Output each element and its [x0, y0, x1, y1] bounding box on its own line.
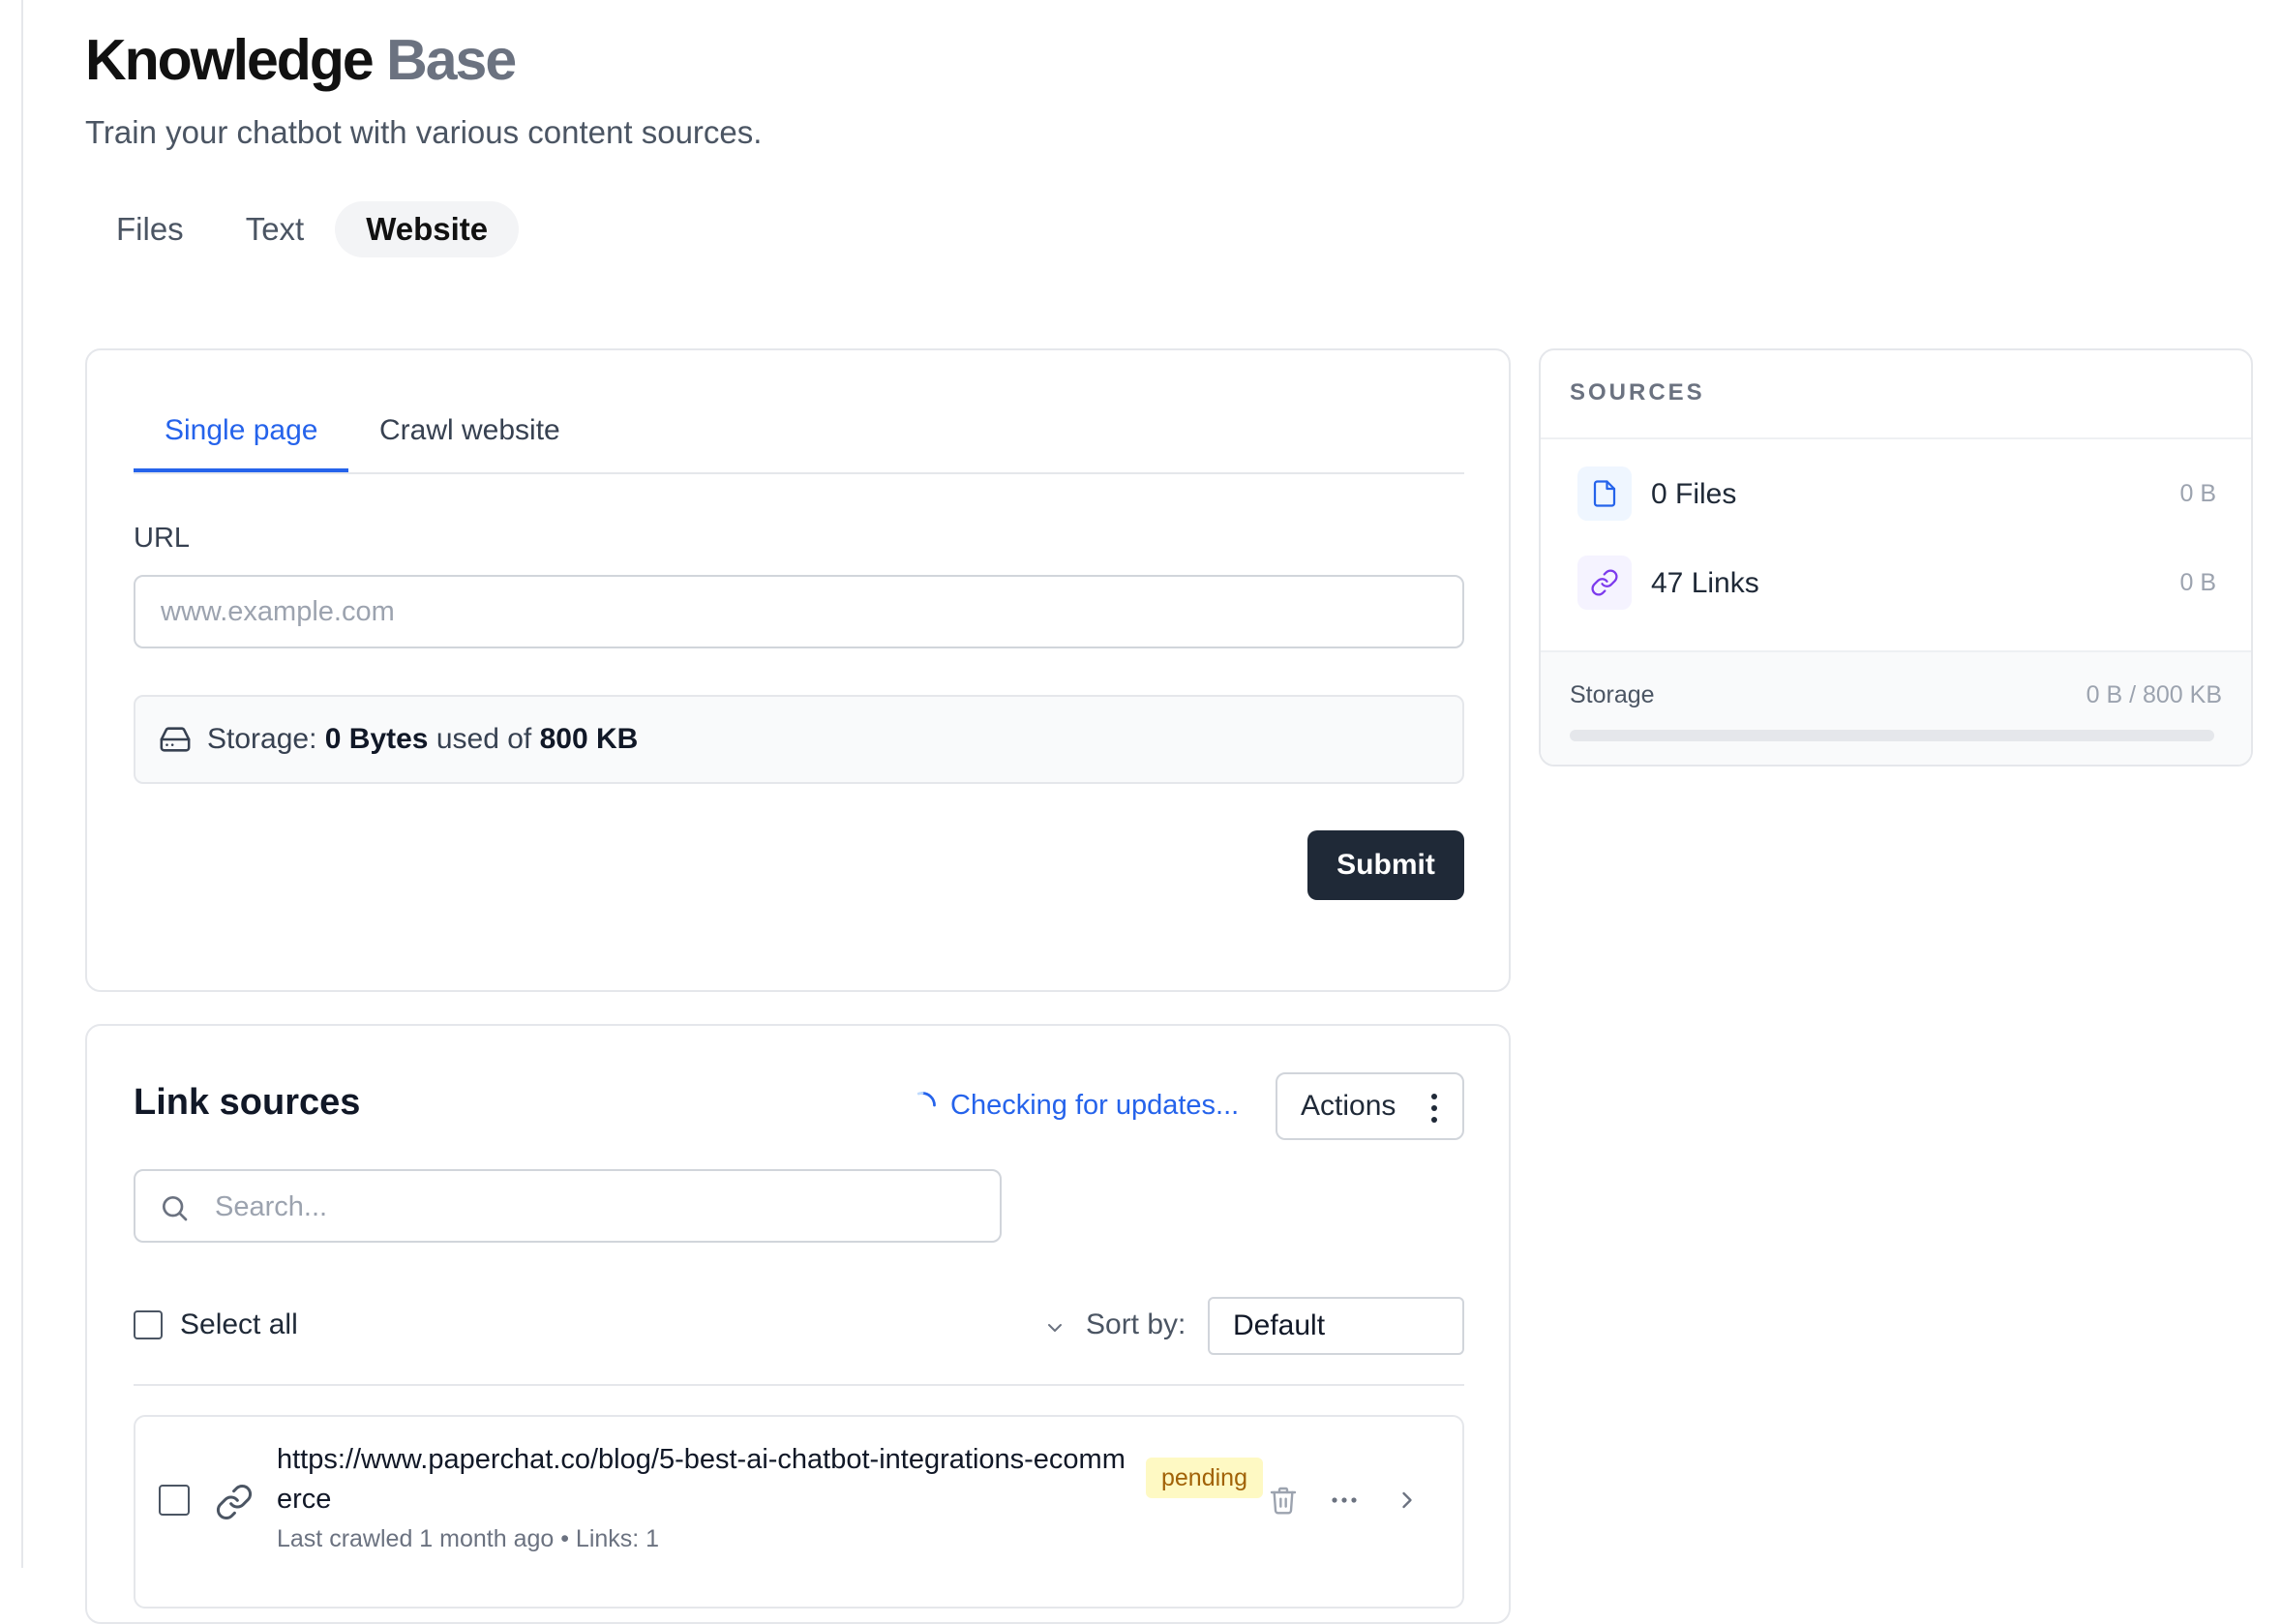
page-title-word-2: Base [386, 28, 517, 92]
storage-info: Storage: 0 Bytes used of 800 KB [134, 695, 1464, 784]
sort-select[interactable]: Default [1208, 1297, 1464, 1355]
chevron-right-icon[interactable] [1394, 1485, 1421, 1516]
spinner-icon [916, 1092, 936, 1107]
source-files-label: 0 Files [1651, 478, 1737, 510]
update-status-text: Checking for updates... [950, 1089, 1240, 1121]
item-meta: Last crawled 1 month ago • Links: 1 [277, 1525, 660, 1552]
tab-single-page[interactable]: Single page [134, 397, 349, 472]
tab-text[interactable]: Text [215, 201, 336, 257]
more-vertical-icon [1431, 1094, 1437, 1123]
storage-used: 0 Bytes [324, 723, 429, 755]
source-row-files: 0 Files 0 B [1577, 466, 2216, 523]
status-badge: pending [1146, 1458, 1263, 1498]
url-input[interactable] [134, 575, 1464, 648]
chevron-down-icon[interactable] [1043, 1316, 1066, 1339]
storage-mid: used of [435, 723, 532, 755]
url-label: URL [134, 523, 191, 554]
trash-icon[interactable] [1268, 1483, 1299, 1518]
storage-prefix: Storage: [207, 723, 317, 755]
link-icon [1577, 556, 1632, 610]
sources-title: SOURCES [1570, 379, 1705, 406]
tab-files[interactable]: Files [85, 201, 215, 257]
website-form-card: Single page Crawl website URL Storage: 0… [85, 348, 1511, 992]
item-checkbox[interactable] [159, 1485, 190, 1516]
source-type-tabs: Files Text Website [85, 201, 520, 257]
source-files-size: 0 B [2179, 480, 2216, 507]
link-icon [216, 1484, 253, 1520]
storage-summary: Storage 0 B / 800 KB [1541, 650, 2251, 765]
item-url[interactable]: https://www.paperchat.co/blog/5-best-ai-… [277, 1440, 1128, 1519]
select-all-label: Select all [180, 1308, 298, 1340]
source-links-size: 0 B [2179, 569, 2216, 596]
search-box [134, 1169, 1002, 1243]
file-icon [1577, 466, 1632, 521]
source-row-links: 47 Links 0 B [1577, 556, 2216, 612]
actions-label: Actions [1301, 1090, 1396, 1122]
submit-button[interactable]: Submit [1307, 830, 1464, 900]
list-item[interactable]: https://www.paperchat.co/blog/5-best-ai-… [134, 1415, 1464, 1609]
actions-button[interactable]: Actions [1276, 1072, 1464, 1140]
left-divider [21, 0, 23, 1568]
more-horizontal-icon[interactable] [1330, 1490, 1359, 1510]
search-input[interactable] [213, 1181, 981, 1233]
tab-crawl-website[interactable]: Crawl website [348, 397, 591, 472]
sources-card: SOURCES 0 Files 0 B 47 Links 0 B Storage… [1539, 348, 2253, 767]
storage-summary-value: 0 B / 800 KB [2086, 681, 2222, 708]
link-sources-title: Link sources [134, 1082, 361, 1123]
website-mode-tabs: Single page Crawl website [134, 397, 1464, 474]
hard-drive-icon [160, 727, 191, 752]
sort-label: Sort by: [1086, 1308, 1186, 1340]
storage-progress-bar [1570, 730, 2214, 741]
storage-total: 800 KB [539, 723, 639, 755]
storage-summary-label: Storage [1570, 681, 1655, 708]
update-status: Checking for updates... [908, 1082, 1239, 1128]
sources-header: SOURCES [1541, 350, 2251, 439]
link-sources-card: Link sources Checking for updates... Act… [85, 1024, 1511, 1624]
page-title-word-1: Knowledge [85, 28, 375, 92]
list-controls: Select all Sort by: Default [134, 1297, 1464, 1386]
select-all-checkbox[interactable] [134, 1310, 163, 1339]
page-subtitle: Train your chatbot with various content … [85, 114, 763, 150]
source-links-label: 47 Links [1651, 567, 1759, 599]
tab-website[interactable]: Website [335, 201, 520, 257]
search-icon [163, 1196, 188, 1221]
page-title: Knowledge Base [85, 27, 517, 93]
